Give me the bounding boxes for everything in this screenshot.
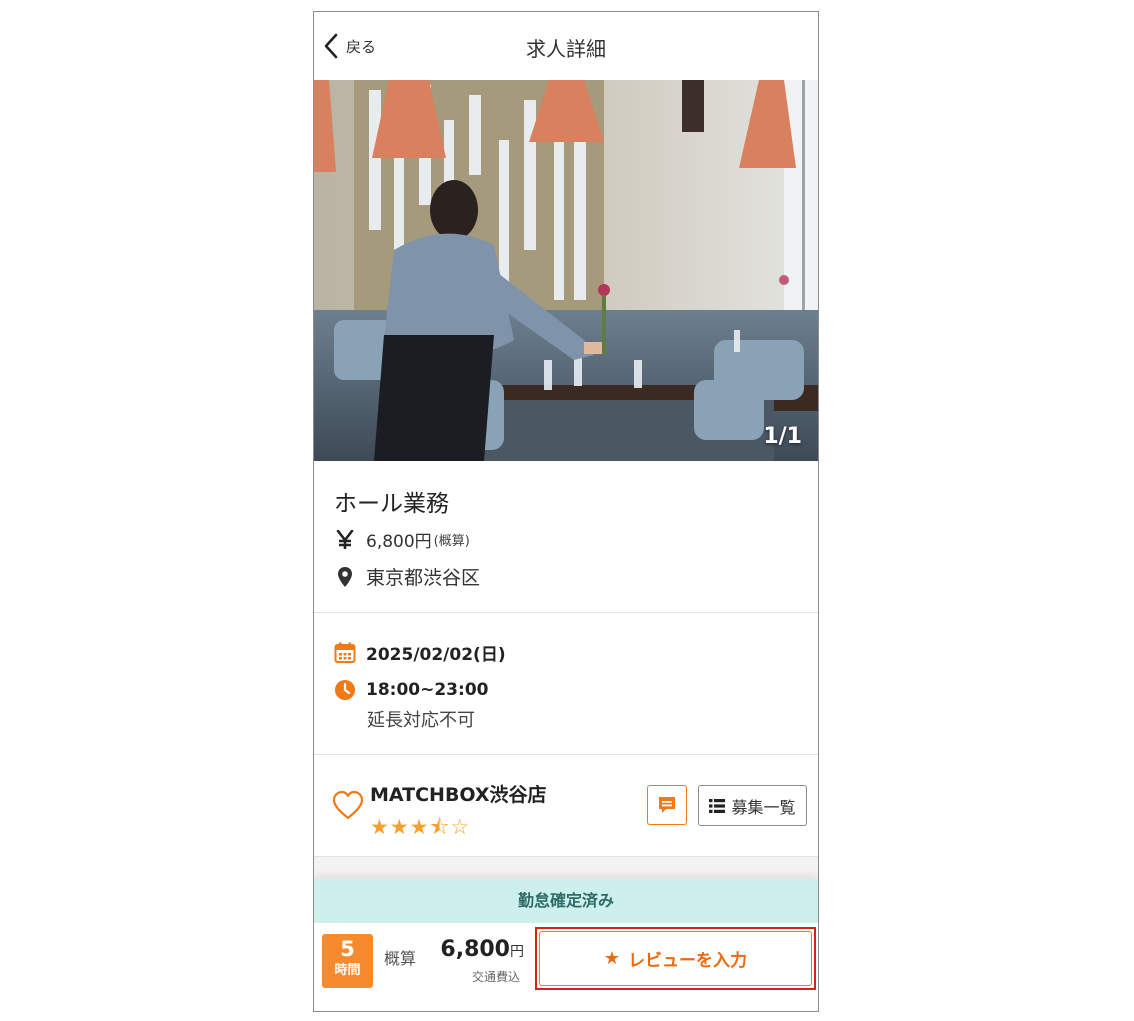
review-button[interactable]: ★ レビューを入力 <box>539 931 812 986</box>
message-button[interactable] <box>647 785 687 825</box>
extension-note: 延長対応不可 <box>367 710 475 731</box>
address-row: 東京都渋谷区 <box>334 563 480 590</box>
hours-badge: 5 時間 <box>322 934 373 988</box>
pay-unit: 円 <box>510 944 524 960</box>
work-time: 18:00~23:00 <box>366 680 489 700</box>
time-row: 18:00~23:00 <box>334 679 488 701</box>
page-title: 求人詳細 <box>526 37 606 61</box>
job-list-button[interactable]: 募集一覧 <box>698 785 807 826</box>
favorite-button[interactable] <box>332 790 364 820</box>
job-title: ホール業務 <box>334 491 449 517</box>
app-header: 戻る 求人詳細 <box>314 12 818 81</box>
pay-total: 6,800円 <box>440 937 524 962</box>
work-date: 2025/02/02(日) <box>366 645 506 665</box>
transport-note: 交通費込 <box>472 970 521 984</box>
calendar-icon <box>334 642 356 664</box>
shop-name[interactable]: MATCHBOX渋谷店 <box>370 780 547 807</box>
hours-unit: 時間 <box>334 963 361 978</box>
restaurant-photo <box>314 80 818 461</box>
attendance-status-bar: 勤怠確定済み <box>314 879 818 923</box>
star-icon: ★ <box>603 948 621 969</box>
pay-amount: 6,800 <box>440 937 510 962</box>
message-icon <box>659 797 675 813</box>
wage-note: (概算) <box>433 534 470 549</box>
wage-row: 6,800円 (概算) <box>334 527 470 552</box>
address-text: 東京都渋谷区 <box>366 567 481 589</box>
phone-screen: 戻る 求人詳細 1/1 ホール業務 6,800円 (概算) 東京都渋谷区 202… <box>313 11 819 1012</box>
date-row: 2025/02/02(日) <box>334 640 506 665</box>
rating-stars: ★★★⯪☆ <box>370 815 471 839</box>
clock-icon <box>334 679 356 701</box>
hours-value: 5 <box>340 937 355 961</box>
list-icon <box>709 798 726 813</box>
estimate-label: 概算 <box>384 949 417 968</box>
bottom-action-bar: 5 時間 概算 6,800円 交通費込 ★ レビューを入力 <box>314 923 818 1011</box>
map-pin-icon <box>334 566 356 588</box>
job-list-label: 募集一覧 <box>731 797 796 817</box>
section-divider <box>314 754 818 755</box>
wage-amount: 6,800円 <box>366 532 432 552</box>
section-divider <box>314 612 818 613</box>
job-photo[interactable]: 1/1 <box>314 80 818 461</box>
yen-icon <box>334 529 356 551</box>
spacer-strip <box>314 857 818 879</box>
heart-icon <box>332 790 364 820</box>
photo-counter: 1/1 <box>763 424 802 449</box>
review-button-label: レビューを入力 <box>628 951 748 971</box>
